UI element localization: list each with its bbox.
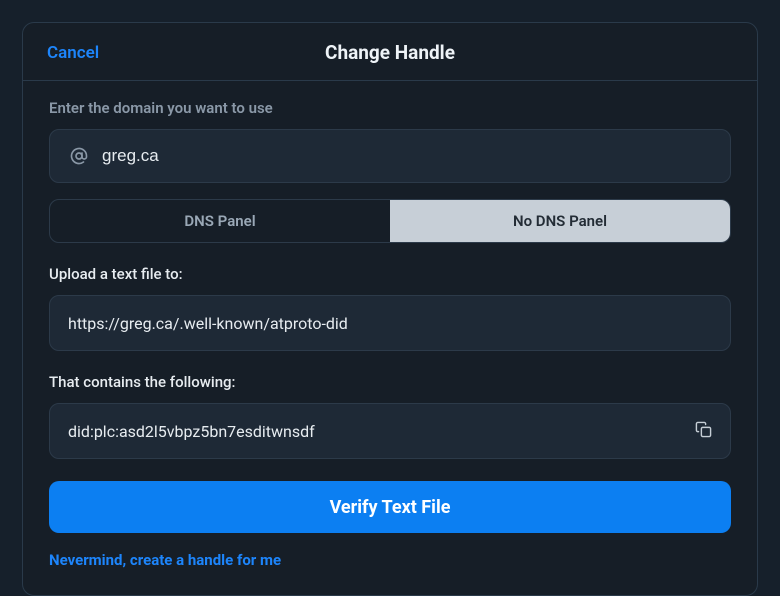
contents-label: That contains the following: <box>49 373 731 391</box>
contents-text: did:plc:asd2l5vbpz5bn7esditwnsdf <box>68 422 315 441</box>
tab-no-dns-panel[interactable]: No DNS Panel <box>390 200 730 242</box>
tabs: DNS Panel No DNS Panel <box>49 199 731 243</box>
domain-input[interactable] <box>102 146 710 166</box>
domain-input-row[interactable] <box>49 129 731 183</box>
domain-label: Enter the domain you want to use <box>49 99 731 117</box>
modal-title: Change Handle <box>325 41 455 64</box>
copy-button[interactable] <box>695 421 712 442</box>
modal-header: Cancel Change Handle <box>23 23 757 81</box>
at-sign-icon <box>70 147 88 165</box>
create-handle-link[interactable]: Nevermind, create a handle for me <box>49 551 281 569</box>
upload-url-text: https://greg.ca/.well-known/atproto-did <box>68 314 348 333</box>
contents-box: did:plc:asd2l5vbpz5bn7esditwnsdf <box>49 403 731 459</box>
copy-icon <box>695 421 712 442</box>
modal-body: Enter the domain you want to use DNS Pan… <box>23 81 757 595</box>
cancel-button[interactable]: Cancel <box>47 43 99 63</box>
tab-dns-panel[interactable]: DNS Panel <box>50 200 390 242</box>
verify-text-file-button[interactable]: Verify Text File <box>49 481 731 533</box>
change-handle-modal: Cancel Change Handle Enter the domain yo… <box>22 22 758 596</box>
upload-url-box: https://greg.ca/.well-known/atproto-did <box>49 295 731 351</box>
upload-label: Upload a text file to: <box>49 265 731 283</box>
